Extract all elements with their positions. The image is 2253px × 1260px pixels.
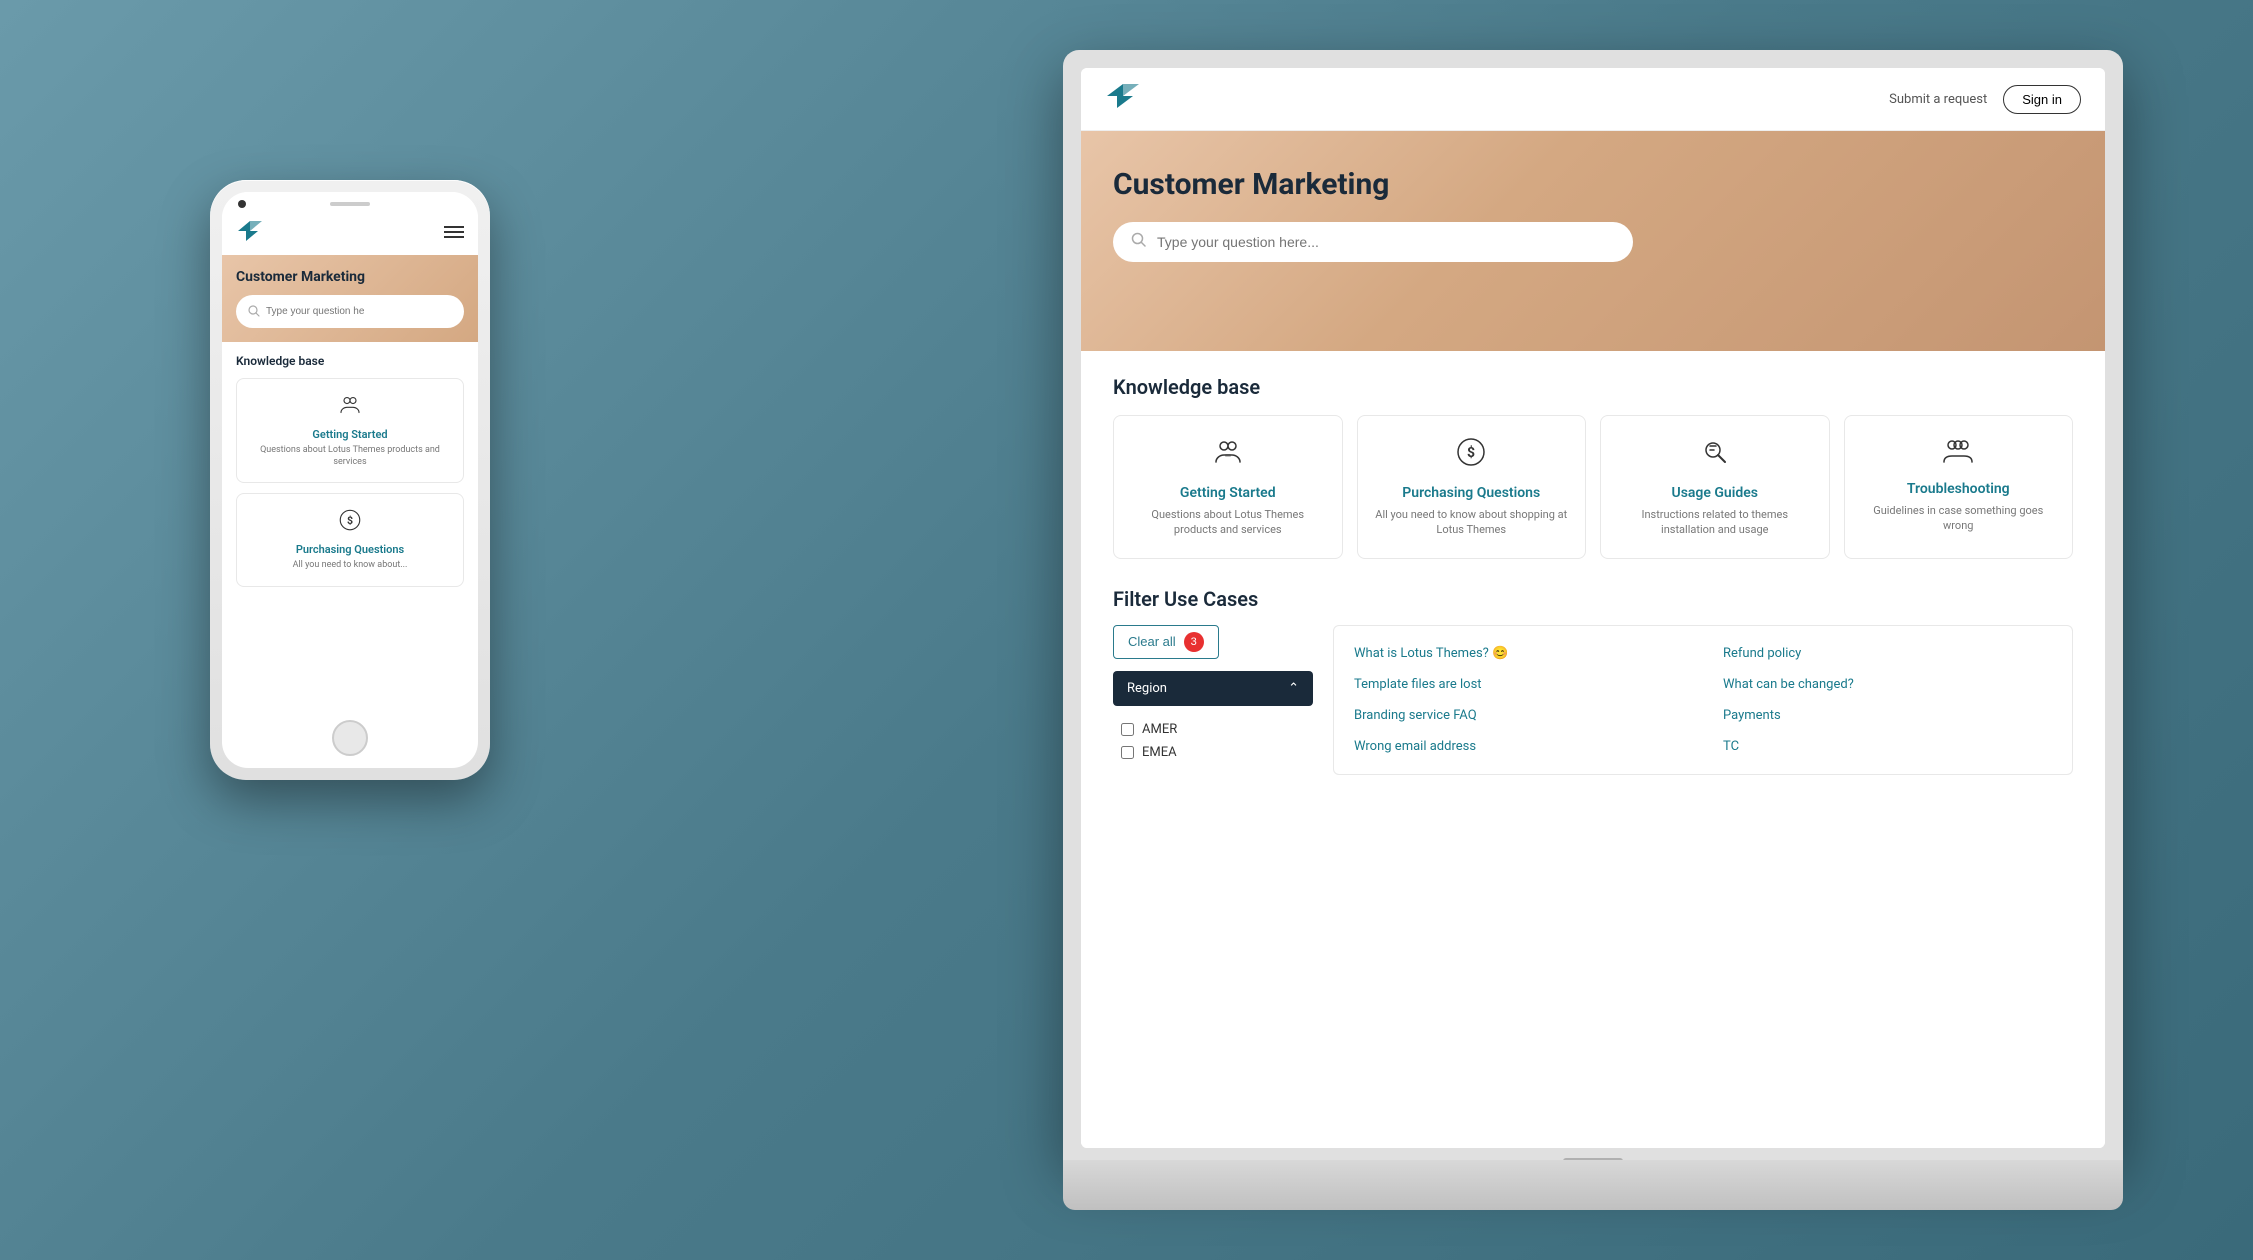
region-label: Region bbox=[1127, 681, 1167, 696]
article-link[interactable]: TC bbox=[1723, 735, 2052, 758]
phone-screen: Customer Marketing Knowledge base bbox=[222, 192, 478, 768]
usage-desc: Instructions related to themes installat… bbox=[1617, 507, 1813, 538]
page-title: Customer Marketing bbox=[1113, 167, 2073, 202]
svg-text:$: $ bbox=[1467, 444, 1475, 461]
laptop-screen: Submit a request Sign in Customer Market… bbox=[1081, 68, 2105, 1148]
emea-label: EMEA bbox=[1142, 745, 1177, 760]
svg-text:$: $ bbox=[347, 514, 353, 527]
article-link[interactable]: Payments bbox=[1723, 704, 2052, 727]
purchasing-desc: All you need to know about shopping at L… bbox=[1374, 507, 1570, 538]
phone-speaker bbox=[330, 202, 370, 206]
laptop: Submit a request Sign in Customer Market… bbox=[1063, 50, 2123, 1210]
region-filter-header[interactable]: Region ⌃ bbox=[1113, 671, 1313, 706]
purchasing-title: Purchasing Questions bbox=[1374, 485, 1570, 501]
site-nav: Submit a request Sign in bbox=[1889, 85, 2081, 114]
emea-checkbox[interactable] bbox=[1121, 746, 1134, 759]
amer-label: AMER bbox=[1142, 722, 1177, 737]
chevron-up-icon: ⌃ bbox=[1288, 681, 1299, 696]
filter-options: AMER EMEA bbox=[1113, 714, 1313, 768]
site-header: Submit a request Sign in bbox=[1081, 68, 2105, 131]
phone-purchasing-title: Purchasing Questions bbox=[251, 543, 449, 556]
search-icon bbox=[1131, 232, 1147, 252]
filter-sidebar: Clear all 3 Region ⌃ bbox=[1113, 625, 1313, 775]
filter-option-amer[interactable]: AMER bbox=[1113, 718, 1313, 741]
kb-card-purchasing[interactable]: $ Purchasing Questions All you need to k… bbox=[1357, 415, 1587, 559]
submit-request-link[interactable]: Submit a request bbox=[1889, 92, 1987, 107]
filter-section-title: Filter Use Cases bbox=[1113, 587, 2073, 611]
phone-page-title: Customer Marketing bbox=[236, 269, 464, 285]
phone-getting-started-desc: Questions about Lotus Themes products an… bbox=[251, 445, 449, 468]
hero-section: Customer Marketing bbox=[1081, 131, 2105, 351]
filter-content: Clear all 3 Region ⌃ bbox=[1113, 625, 2073, 775]
hero-search-bar[interactable] bbox=[1113, 222, 1633, 262]
phone-getting-started-title: Getting Started bbox=[251, 428, 449, 441]
phone-logo bbox=[236, 220, 264, 247]
sign-in-button[interactable]: Sign in bbox=[2003, 85, 2081, 114]
phone-kb-card-getting-started[interactable]: Getting Started Questions about Lotus Th… bbox=[236, 378, 464, 483]
purchasing-icon: $ bbox=[1374, 436, 1570, 475]
usage-icon bbox=[1617, 436, 1813, 475]
hamburger-icon[interactable] bbox=[444, 223, 464, 244]
clear-all-label: Clear all bbox=[1128, 634, 1176, 649]
phone-header bbox=[222, 212, 478, 255]
phone-purchasing-desc: All you need to know about... bbox=[251, 560, 449, 572]
article-link[interactable]: What is Lotus Themes? 😊 bbox=[1354, 642, 1683, 665]
phone-search-bar[interactable] bbox=[236, 295, 464, 328]
kb-cards-grid: Getting Started Questions about Lotus Th… bbox=[1113, 415, 2073, 559]
troubleshooting-title: Troubleshooting bbox=[1861, 481, 2057, 497]
kb-card-usage[interactable]: Usage Guides Instructions related to the… bbox=[1600, 415, 1830, 559]
article-link[interactable]: What can be changed? bbox=[1723, 673, 2052, 696]
search-input[interactable] bbox=[1157, 234, 1615, 250]
phone-search-input[interactable] bbox=[266, 306, 452, 317]
filter-badge: 3 bbox=[1184, 632, 1204, 652]
laptop-bezel: Submit a request Sign in Customer Market… bbox=[1063, 50, 2123, 1160]
phone-notch-area bbox=[222, 192, 478, 212]
article-link[interactable]: Template files are lost bbox=[1354, 673, 1683, 696]
website: Submit a request Sign in Customer Market… bbox=[1081, 68, 2105, 1148]
article-link[interactable]: Wrong email address bbox=[1354, 735, 1683, 758]
scene: Submit a request Sign in Customer Market… bbox=[0, 0, 2253, 1260]
getting-started-icon bbox=[1130, 436, 1326, 475]
phone-camera bbox=[238, 200, 246, 208]
phone-home-button[interactable] bbox=[332, 720, 368, 756]
getting-started-title: Getting Started bbox=[1130, 485, 1326, 501]
laptop-body bbox=[1063, 1160, 2123, 1210]
getting-started-desc: Questions about Lotus Themes products an… bbox=[1130, 507, 1326, 538]
phone-purchasing-icon: $ bbox=[251, 508, 449, 537]
phone-getting-started-icon bbox=[251, 393, 449, 422]
troubleshooting-icon bbox=[1861, 436, 2057, 471]
site-content: Knowledge base bbox=[1081, 351, 2105, 1148]
kb-card-getting-started[interactable]: Getting Started Questions about Lotus Th… bbox=[1113, 415, 1343, 559]
phone-hero: Customer Marketing bbox=[222, 255, 478, 342]
clear-all-button[interactable]: Clear all 3 bbox=[1113, 625, 1219, 659]
kb-section-title: Knowledge base bbox=[1113, 375, 2073, 399]
phone: Customer Marketing Knowledge base bbox=[210, 180, 490, 780]
phone-kb-title: Knowledge base bbox=[236, 354, 464, 368]
kb-card-troubleshooting[interactable]: Troubleshooting Guidelines in case somet… bbox=[1844, 415, 2074, 559]
site-logo bbox=[1105, 82, 1141, 116]
phone-kb-card-purchasing[interactable]: $ Purchasing Questions All you need to k… bbox=[236, 493, 464, 587]
amer-checkbox[interactable] bbox=[1121, 723, 1134, 736]
troubleshooting-desc: Guidelines in case something goes wrong bbox=[1861, 503, 2057, 534]
filter-option-emea[interactable]: EMEA bbox=[1113, 741, 1313, 764]
usage-title: Usage Guides bbox=[1617, 485, 1813, 501]
phone-content: Knowledge base Getting Started Questions… bbox=[222, 342, 478, 758]
phone-search-icon bbox=[248, 302, 260, 321]
phone-outer: Customer Marketing Knowledge base bbox=[210, 180, 490, 780]
article-link[interactable]: Refund policy bbox=[1723, 642, 2052, 665]
article-link[interactable]: Branding service FAQ bbox=[1354, 704, 1683, 727]
articles-list: What is Lotus Themes? 😊 Refund policy Te… bbox=[1333, 625, 2073, 775]
